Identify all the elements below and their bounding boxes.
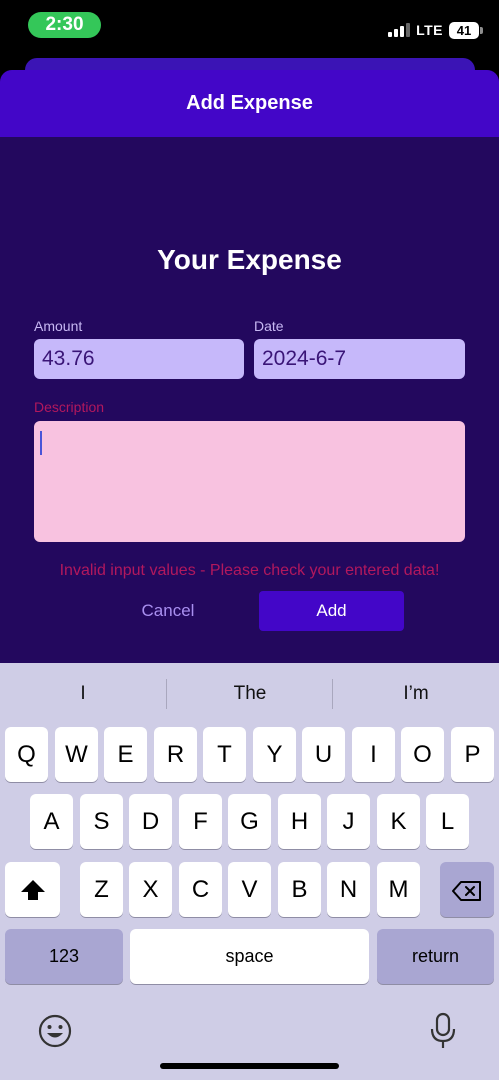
return-key[interactable]: return (377, 929, 494, 984)
key[interactable]: H (278, 794, 321, 849)
key[interactable]: S (80, 794, 123, 849)
date-input[interactable]: 2024-6-7 (254, 339, 465, 379)
key[interactable]: K (377, 794, 420, 849)
form-title: Your Expense (157, 244, 342, 275)
text-cursor (40, 431, 42, 455)
key[interactable]: Z (80, 862, 123, 917)
suggestion-1[interactable]: I (0, 663, 166, 725)
status-bar: 2:30 LTE 41 (0, 0, 499, 56)
dictation-button[interactable] (428, 1012, 458, 1050)
status-indicators: LTE 41 (388, 20, 483, 40)
key[interactable]: Y (253, 727, 296, 782)
key[interactable]: T (203, 727, 246, 782)
amount-input[interactable]: 43.76 (34, 339, 244, 379)
key[interactable]: J (327, 794, 370, 849)
numbers-key[interactable]: 123 (5, 929, 123, 984)
key[interactable]: L (426, 794, 469, 849)
suggestion-2[interactable]: The (167, 663, 333, 725)
key[interactable]: E (104, 727, 147, 782)
backspace-icon (452, 880, 481, 901)
microphone-icon (430, 1012, 456, 1048)
key[interactable]: W (55, 727, 98, 782)
amount-label: Amount (34, 318, 83, 334)
key[interactable]: B (278, 862, 321, 917)
emoji-icon (38, 1014, 72, 1048)
key[interactable]: I (352, 727, 395, 782)
sheet-title: Add Expense (186, 92, 313, 114)
suggestion-3[interactable]: I’m (333, 663, 499, 725)
key[interactable]: O (401, 727, 444, 782)
sheet-header: Add Expense (0, 70, 499, 137)
key[interactable]: G (228, 794, 271, 849)
key[interactable]: C (179, 862, 222, 917)
backspace-key[interactable] (440, 862, 494, 917)
key[interactable]: X (129, 862, 172, 917)
cellular-signal-icon (388, 23, 411, 37)
cancel-button[interactable]: Cancel (98, 591, 238, 631)
shift-icon (20, 879, 45, 900)
suggestion-bar: I The I’m (0, 663, 499, 725)
add-expense-sheet: Add Expense Your Expense Amount 43.76 Da… (0, 70, 499, 670)
key[interactable]: D (129, 794, 172, 849)
shift-key[interactable] (5, 862, 60, 917)
space-key[interactable]: space (130, 929, 369, 984)
key[interactable]: A (30, 794, 73, 849)
battery-level: 41 (456, 22, 472, 38)
error-message: Invalid input values - Please check your… (59, 562, 440, 579)
key[interactable]: M (377, 862, 420, 917)
add-button[interactable]: Add (259, 591, 404, 631)
emoji-button[interactable] (37, 1013, 73, 1049)
network-type: LTE (416, 22, 443, 38)
date-label: Date (254, 318, 284, 334)
status-time[interactable]: 2:30 (28, 12, 101, 38)
key[interactable]: R (154, 727, 197, 782)
description-input[interactable] (34, 421, 465, 542)
home-indicator[interactable] (160, 1063, 339, 1069)
battery-icon: 41 (449, 21, 483, 39)
key[interactable]: U (302, 727, 345, 782)
key[interactable]: V (228, 862, 271, 917)
key[interactable]: Q (5, 727, 48, 782)
description-label: Description (34, 399, 105, 415)
key[interactable]: P (451, 727, 494, 782)
key[interactable]: F (179, 794, 222, 849)
keyboard: I The I’m Q W E R T Y U I O P A S D F G … (0, 663, 499, 1080)
key[interactable]: N (327, 862, 370, 917)
